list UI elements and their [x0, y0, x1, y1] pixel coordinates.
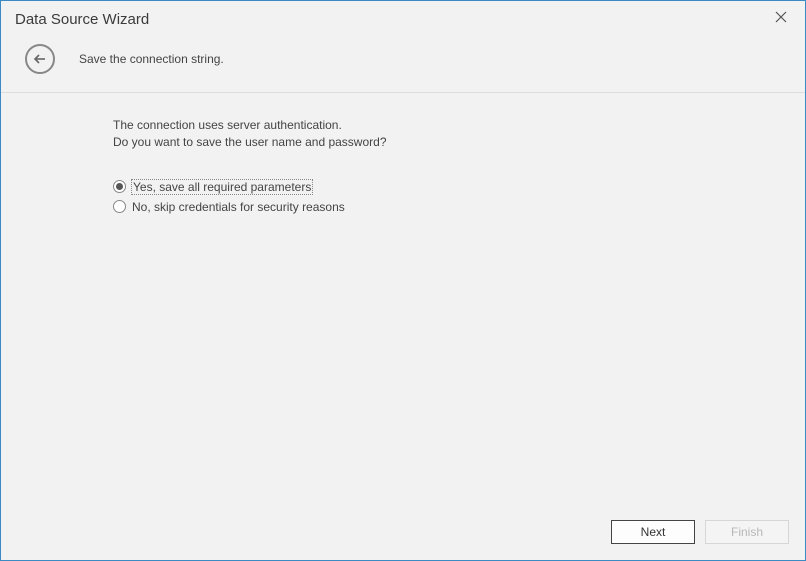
header-row: Save the connection string. [1, 32, 805, 93]
step-subtitle: Save the connection string. [79, 52, 224, 66]
content-area: The connection uses server authenticatio… [1, 93, 805, 508]
description-line-2: Do you want to save the user name and pa… [113, 134, 791, 151]
next-button[interactable]: Next [611, 520, 695, 544]
close-icon [775, 11, 787, 23]
wizard-window: Data Source Wizard Save the connection s… [0, 0, 806, 561]
option-yes-label: Yes, save all required parameters [132, 180, 312, 194]
option-no-label: No, skip credentials for security reason… [132, 200, 345, 214]
close-button[interactable] [775, 11, 791, 27]
back-button[interactable] [25, 44, 55, 74]
window-title: Data Source Wizard [15, 11, 149, 28]
description-line-1: The connection uses server authenticatio… [113, 117, 791, 134]
radio-icon [113, 180, 126, 193]
option-yes[interactable]: Yes, save all required parameters [113, 180, 791, 194]
options-group: Yes, save all required parameters No, sk… [113, 180, 791, 214]
footer: Next Finish [1, 508, 805, 560]
option-no[interactable]: No, skip credentials for security reason… [113, 200, 791, 214]
finish-button: Finish [705, 520, 789, 544]
titlebar: Data Source Wizard [1, 1, 805, 32]
arrow-left-icon [32, 51, 48, 67]
radio-icon [113, 200, 126, 213]
